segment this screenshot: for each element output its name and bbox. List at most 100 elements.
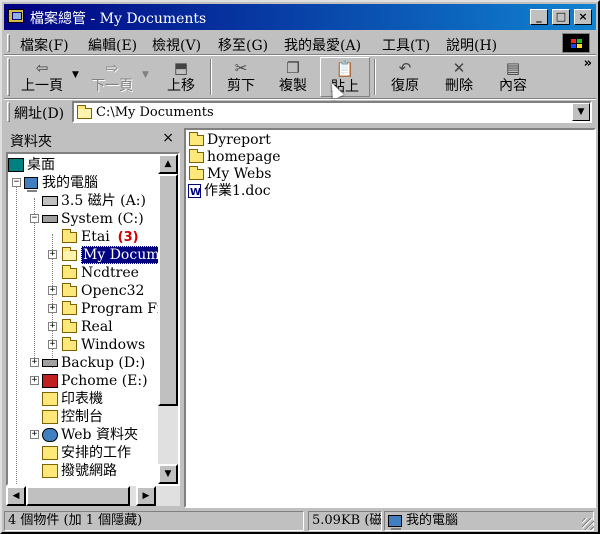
network-drive-icon — [42, 374, 58, 388]
undo-button[interactable]: ↶ 復原 — [380, 57, 430, 97]
scroll-left-icon[interactable]: ◀ — [6, 486, 26, 506]
folders-pane-close-icon[interactable]: × — [162, 130, 174, 146]
toolbar-grip[interactable] — [7, 58, 10, 96]
properties-icon: ▤ — [505, 59, 521, 77]
tree-label: Web 資料夾 — [61, 427, 138, 443]
folder-icon — [189, 131, 204, 146]
tree-node-openc32[interactable]: Openc32 — [60, 282, 144, 300]
expand-icon[interactable]: + — [30, 430, 39, 439]
tree-node-real[interactable]: Real — [60, 318, 113, 336]
menu-file[interactable]: 檔案(F) — [20, 35, 69, 55]
tree-label: Program Fil — [81, 301, 166, 317]
title-bar[interactable]: 檔案總管 - My Documents _ □ × — [4, 4, 596, 30]
expand-icon[interactable]: + — [48, 250, 57, 259]
properties-button[interactable]: ▤ 內容 — [488, 57, 538, 97]
menu-help[interactable]: 說明(H) — [446, 35, 497, 55]
file-name: Dyreport — [207, 132, 271, 148]
tree-label: Backup (D:) — [61, 355, 146, 371]
resize-grip-icon[interactable] — [582, 518, 594, 530]
file-item[interactable]: 作業1.doc — [188, 183, 271, 201]
tree-node-floppy[interactable]: 3.5 磁片 (A:) — [42, 192, 146, 210]
standard-toolbar: ⇦ 上一頁 ▼ ⇨ 下一頁 ▼ ⬒ 上移 ✂ 剪下 ❐ 複製 📋 貼上 ↶ 復原 — [4, 56, 596, 98]
tree-node-my-documents[interactable]: My Docume — [60, 246, 170, 264]
forward-button[interactable]: ⇨ 下一頁 — [84, 57, 140, 97]
file-name: 作業1.doc — [204, 183, 271, 199]
status-location-label: 我的電腦 — [406, 513, 459, 528]
menu-bar: 檔案(F) 編輯(E) 檢視(V) 移至(G) 我的最愛(A) 工具(T) 說明… — [4, 32, 596, 54]
menu-go[interactable]: 移至(G) — [218, 35, 268, 55]
tree-node-printers[interactable]: 印表機 — [42, 390, 103, 408]
tree-node-windows[interactable]: Windows — [60, 336, 145, 354]
expand-icon[interactable]: + — [48, 304, 57, 313]
folder-tree-vertical-scrollbar[interactable]: ▲ ▼ — [158, 154, 178, 484]
computer-icon — [24, 177, 38, 192]
control-panel-icon — [42, 410, 58, 424]
file-list-pane[interactable]: Dyreport homepage My Webs 作業1.doc — [184, 128, 596, 508]
address-input[interactable]: C:\My Documents ▼ — [72, 101, 592, 123]
back-dropdown-icon[interactable]: ▼ — [72, 70, 79, 80]
tree-node-system-c[interactable]: System (C:) — [42, 210, 144, 228]
paste-button[interactable]: 📋 貼上 — [320, 57, 370, 97]
folder-tree-horizontal-scrollbar[interactable]: ◀ ▶ — [6, 486, 180, 506]
minimize-button[interactable]: _ — [530, 9, 548, 25]
tree-node-dialup[interactable]: 撥號網路 — [42, 462, 117, 480]
file-item[interactable]: homepage — [188, 148, 281, 166]
tree-node-web-folders[interactable]: Web 資料夾 — [42, 426, 138, 444]
address-bar-grip[interactable] — [7, 102, 10, 122]
expand-icon[interactable]: + — [30, 376, 39, 385]
scroll-down-icon[interactable]: ▼ — [158, 464, 178, 484]
copy-label: 複製 — [279, 78, 307, 94]
scroll-right-icon[interactable]: ▶ — [136, 486, 156, 506]
expand-icon[interactable]: + — [48, 286, 57, 295]
tree-node-scheduled-tasks[interactable]: 安排的工作 — [42, 444, 131, 462]
tree-node-desktop[interactable]: 桌面 — [8, 156, 55, 174]
file-item[interactable]: Dyreport — [188, 131, 271, 149]
file-item[interactable]: My Webs — [188, 165, 272, 183]
status-location: 我的電腦 — [384, 511, 594, 531]
close-button[interactable]: × — [574, 9, 592, 25]
address-dropdown-icon[interactable]: ▼ — [572, 103, 590, 121]
delete-button[interactable]: ✕ 刪除 — [434, 57, 484, 97]
up-button[interactable]: ⬒ 上移 — [156, 57, 206, 97]
expand-icon[interactable]: + — [48, 322, 57, 331]
tree-label: System (C:) — [61, 211, 144, 227]
cut-button[interactable]: ✂ 剪下 — [216, 57, 266, 97]
folder-icon — [62, 300, 77, 315]
toolbar-overflow-chevron-icon[interactable]: » — [584, 56, 592, 71]
maximize-button[interactable]: □ — [552, 9, 570, 25]
scissors-icon: ✂ — [234, 59, 248, 77]
menu-edit[interactable]: 編輯(E) — [88, 35, 137, 55]
copy-icon: ❐ — [286, 59, 300, 77]
menu-favorites[interactable]: 我的最愛(A) — [284, 35, 361, 55]
properties-label: 內容 — [499, 78, 527, 94]
menu-bar-grip[interactable] — [7, 34, 10, 52]
menu-tools[interactable]: 工具(T) — [382, 35, 430, 55]
scroll-thumb[interactable] — [26, 486, 130, 506]
file-name: My Webs — [207, 166, 272, 182]
menu-view[interactable]: 檢視(V) — [152, 35, 201, 55]
folder-tree[interactable]: 桌面 − 我的電腦 3.5 磁片 (A:) − System (C:) Etai… — [6, 152, 180, 486]
collapse-icon[interactable]: − — [30, 214, 39, 223]
back-button[interactable]: ⇦ 上一頁 — [14, 57, 70, 97]
tree-node-etai[interactable]: Etai (3) — [60, 228, 139, 246]
tree-node-control-panel[interactable]: 控制台 — [42, 408, 103, 426]
expand-icon[interactable]: + — [48, 340, 57, 349]
tree-label: Ncdtree — [81, 265, 139, 281]
copy-button[interactable]: ❐ 複製 — [268, 57, 318, 97]
scroll-thumb[interactable] — [158, 174, 178, 406]
expand-icon[interactable]: + — [30, 358, 39, 367]
tree-node-ncdtree[interactable]: Ncdtree — [60, 264, 139, 282]
explorer-app-icon[interactable] — [8, 9, 24, 23]
tree-node-program-files[interactable]: Program Fil — [60, 300, 166, 318]
tree-label: 安排的工作 — [61, 445, 131, 461]
toolbar-separator — [210, 59, 212, 95]
collapse-icon[interactable]: − — [12, 178, 21, 187]
tree-node-pchome-e[interactable]: Pchome (E:) — [42, 372, 148, 390]
tree-label: Pchome (E:) — [61, 373, 148, 389]
forward-dropdown-icon[interactable]: ▼ — [142, 70, 149, 80]
tree-label: 我的電腦 — [42, 175, 98, 191]
tree-node-backup-d[interactable]: Backup (D:) — [42, 354, 145, 372]
tree-node-my-computer[interactable]: 我的電腦 — [24, 174, 98, 192]
tree-label: 3.5 磁片 (A:) — [61, 193, 146, 209]
scroll-up-icon[interactable]: ▲ — [158, 154, 178, 174]
